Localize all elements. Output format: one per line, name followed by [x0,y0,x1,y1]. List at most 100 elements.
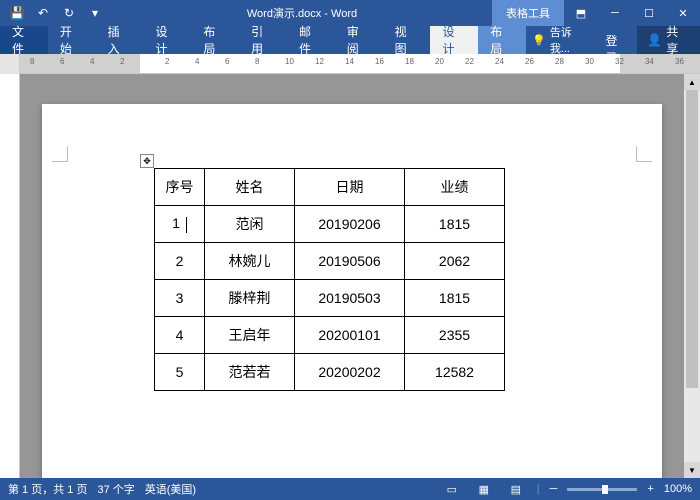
ruler-mark: 32 [615,57,624,66]
ruler-mark: 14 [345,57,354,66]
tab-home[interactable]: 开始 [48,26,96,54]
ruler-mark: 16 [375,57,384,66]
table-row[interactable]: 4 王启年 20200101 2355 [155,317,505,354]
vertical-scrollbar[interactable]: ▲ ▼ [684,74,700,478]
view-web-layout[interactable]: ▤ [505,481,527,497]
tab-mail[interactable]: 邮件 [287,26,335,54]
table-cell[interactable]: 20190503 [295,280,405,317]
ruler-mark: 20 [435,57,444,66]
tab-view[interactable]: 视图 [383,26,431,54]
view-read-mode[interactable]: ▭ [441,481,463,497]
scroll-down-button[interactable]: ▼ [684,462,700,478]
table-header-row[interactable]: 序号 姓名 日期 业绩 [155,169,505,206]
ruler-mark: 2 [120,57,124,66]
document-area: ✥ 序号 姓名 日期 业绩 1 范闲 20190206 1815 2 林婉儿 [0,74,700,478]
tab-table-layout[interactable]: 布局 [478,26,526,54]
zoom-out-button[interactable]: ─ [550,483,558,495]
table-row[interactable]: 5 范若若 20200202 12582 [155,354,505,391]
table-cell[interactable]: 20200101 [295,317,405,354]
table-cell[interactable]: 3 [155,280,205,317]
tab-design[interactable]: 设计 [143,26,191,54]
tab-layout[interactable]: 布局 [191,26,239,54]
divider: | [537,483,540,495]
table-row[interactable]: 3 滕梓荆 20190503 1815 [155,280,505,317]
view-print-layout[interactable]: ▦ [473,481,495,497]
table-cell[interactable]: 王启年 [205,317,295,354]
data-table[interactable]: 序号 姓名 日期 业绩 1 范闲 20190206 1815 2 林婉儿 201… [154,168,505,391]
page[interactable]: ✥ 序号 姓名 日期 业绩 1 范闲 20190206 1815 2 林婉儿 [42,104,662,478]
zoom-in-button[interactable]: + [647,483,653,495]
ruler-mark: 30 [585,57,594,66]
signin-button[interactable]: 登录 [598,26,638,54]
table-cell[interactable]: 范若若 [205,354,295,391]
ribbon-display-button[interactable]: ⬒ [564,0,598,26]
table-cell[interactable]: 1815 [405,280,505,317]
table-cell[interactable]: 2062 [405,243,505,280]
ruler-mark: 28 [555,57,564,66]
vertical-ruler[interactable] [0,74,20,478]
document-scroll[interactable]: ✥ 序号 姓名 日期 业绩 1 范闲 20190206 1815 2 林婉儿 [20,74,684,478]
table-cell[interactable]: 1815 [405,206,505,243]
status-page[interactable]: 第 1 页，共 1 页 [8,481,87,497]
col-header-seq[interactable]: 序号 [155,169,205,206]
table-cell[interactable]: 5 [155,354,205,391]
table-cell[interactable]: 20190506 [295,243,405,280]
ruler-margin-right [620,54,700,73]
horizontal-ruler[interactable]: 8 6 4 2 2 4 6 8 10 12 14 16 18 20 22 24 … [20,54,700,74]
status-words[interactable]: 37 个字 [97,481,134,497]
status-lang[interactable]: 英语(美国) [145,481,196,497]
tab-file[interactable]: 文件 [0,26,48,54]
zoom-thumb[interactable] [602,485,608,494]
zoom-level[interactable]: 100% [664,483,692,495]
col-header-score[interactable]: 业绩 [405,169,505,206]
redo-button[interactable]: ↻ [58,2,80,24]
zoom-slider[interactable] [567,488,637,491]
col-header-date[interactable]: 日期 [295,169,405,206]
undo-button[interactable]: ↶ [32,2,54,24]
col-header-name[interactable]: 姓名 [205,169,295,206]
scroll-up-button[interactable]: ▲ [684,74,700,90]
status-bar: 第 1 页，共 1 页 37 个字 英语(美国) ▭ ▦ ▤ | ─ + 100… [0,478,700,500]
ruler-mark: 36 [675,57,684,66]
crop-mark-tl [52,146,68,162]
ruler-mark: 12 [315,57,324,66]
table-cell[interactable]: 12582 [405,354,505,391]
table-cell[interactable]: 林婉儿 [205,243,295,280]
qat-more-button[interactable]: ▾ [84,2,106,24]
ruler-mark: 6 [225,57,229,66]
tab-references[interactable]: 引用 [239,26,287,54]
share-icon: 👤 [647,33,662,47]
share-button[interactable]: 👤 共享 [637,26,700,54]
ruler-mark: 2 [165,57,169,66]
ruler-mark: 4 [195,57,199,66]
tell-me-search[interactable]: 💡 告诉我... [526,26,597,54]
table-cell[interactable]: 2 [155,243,205,280]
table-row[interactable]: 2 林婉儿 20190506 2062 [155,243,505,280]
table-cell[interactable]: 范闲 [205,206,295,243]
text-cursor [186,217,187,233]
scroll-thumb[interactable] [686,90,698,388]
cell-text: 12582 [435,364,474,380]
tell-me-label: 告诉我... [550,24,592,56]
save-button[interactable]: 💾 [6,2,28,24]
table-cell[interactable]: 20190206 [295,206,405,243]
tab-table-design[interactable]: 设计 [430,26,478,54]
tab-review[interactable]: 审阅 [335,26,383,54]
share-label: 共享 [666,23,690,57]
table-move-handle[interactable]: ✥ [140,154,154,168]
ruler-mark: 34 [645,57,654,66]
table-cell[interactable]: 20200202 [295,354,405,391]
crop-mark-tr [636,146,652,162]
table-row[interactable]: 1 范闲 20190206 1815 [155,206,505,243]
ruler-mark: 24 [495,57,504,66]
ruler-mark: 10 [285,57,294,66]
table-cell[interactable]: 4 [155,317,205,354]
ribbon-tabs: 文件 开始 插入 设计 布局 引用 邮件 审阅 视图 设计 布局 💡 告诉我..… [0,26,700,54]
minimize-button[interactable]: ─ [598,0,632,26]
table-cell[interactable]: 滕梓荆 [205,280,295,317]
table-cell[interactable]: 1 [155,206,205,243]
table-cell[interactable]: 2355 [405,317,505,354]
maximize-button[interactable]: ☐ [632,0,666,26]
tab-insert[interactable]: 插入 [96,26,144,54]
scroll-track[interactable] [684,90,700,462]
